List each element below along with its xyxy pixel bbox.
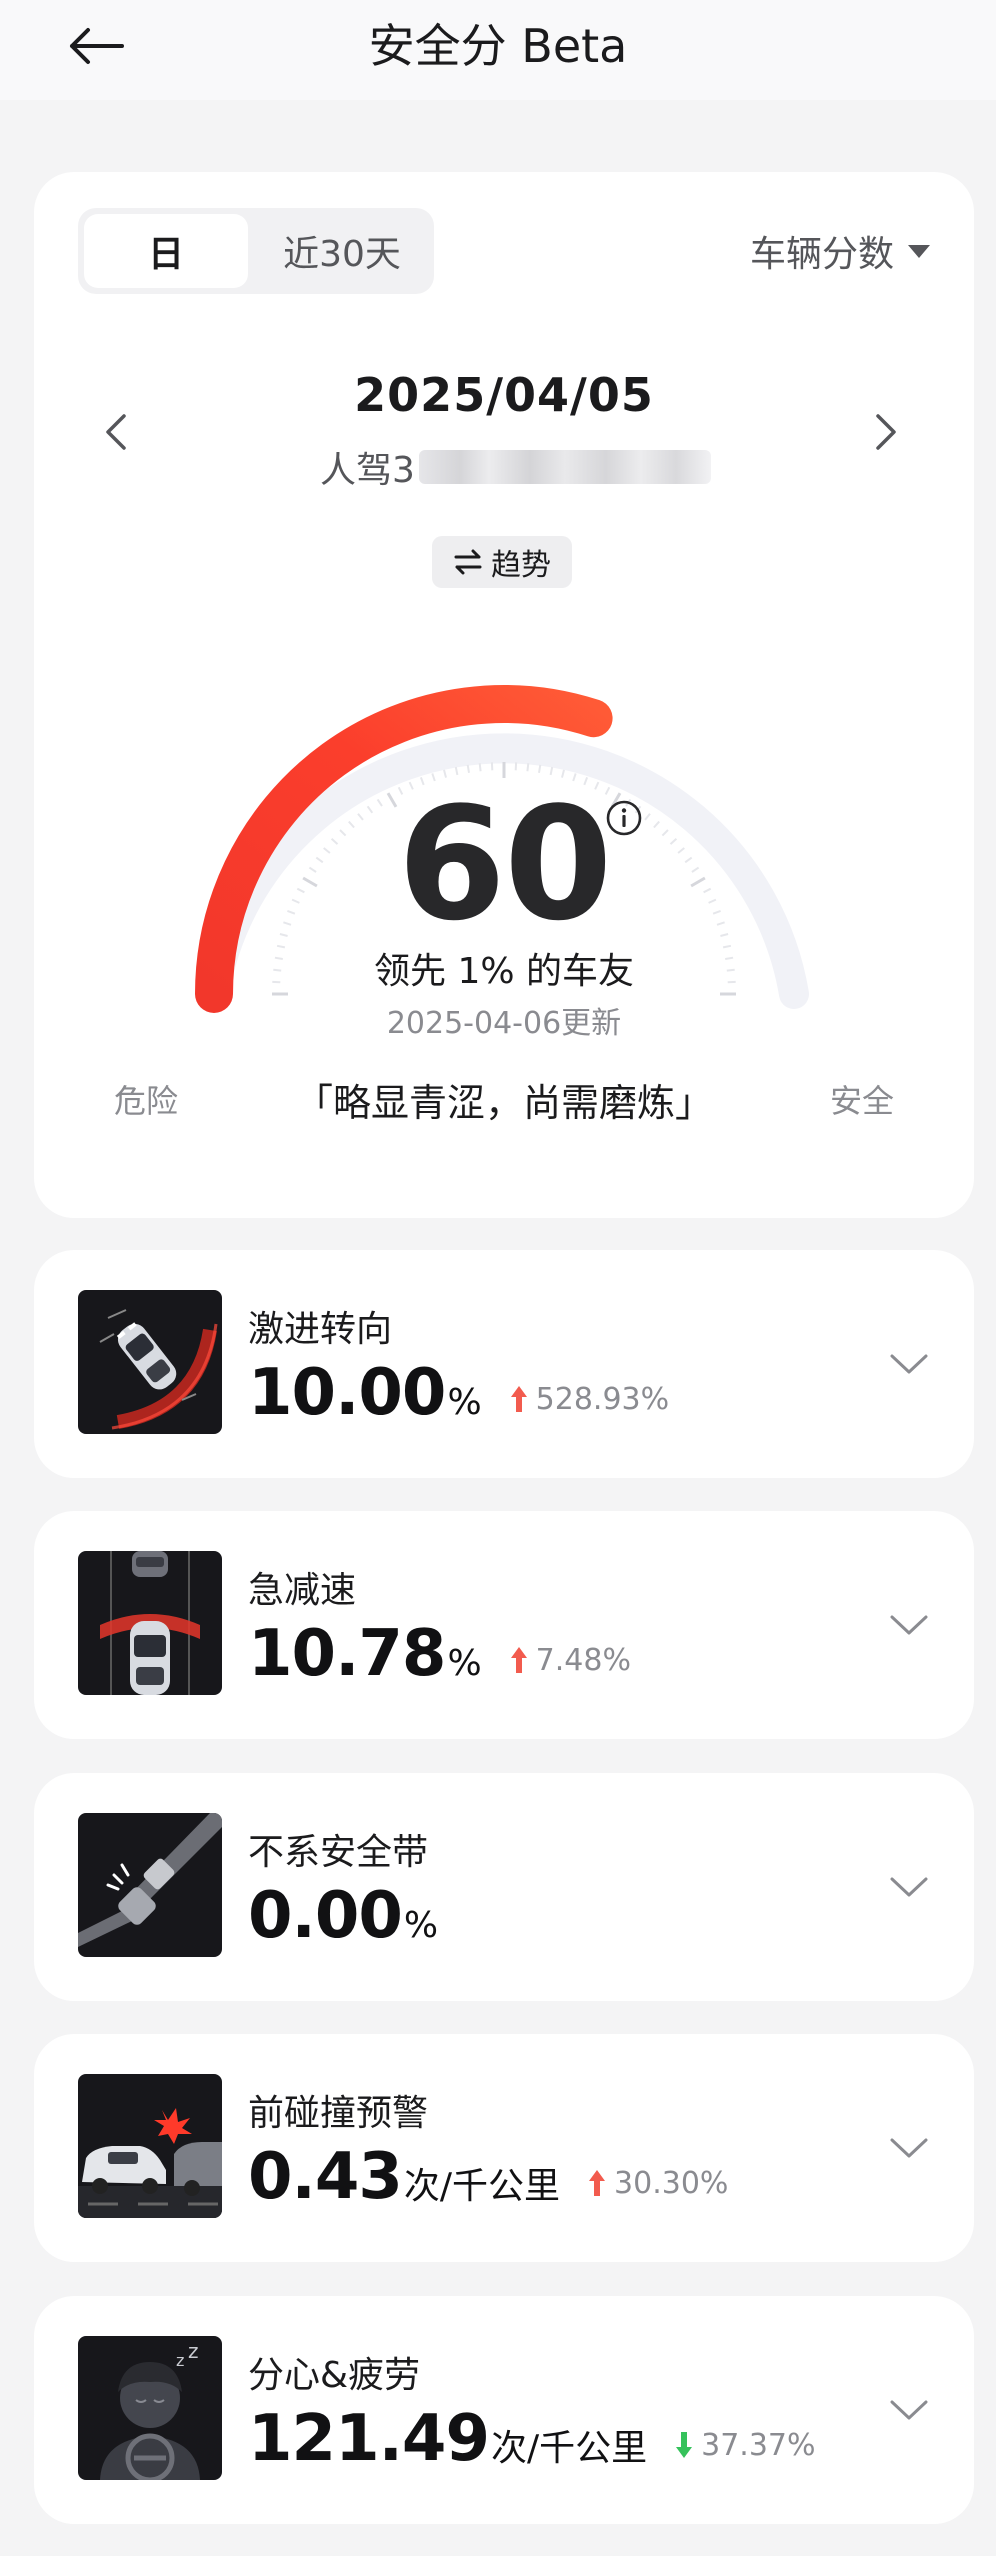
metric-value-row: 0.00 %	[248, 1879, 438, 1955]
metric-card-no-seatbelt[interactable]: 不系安全带 0.00 %	[34, 1773, 974, 2001]
metric-value-row: 10.78 % 7.48%	[248, 1617, 631, 1693]
metric-unit: %	[403, 1905, 439, 1946]
metric-title: 分心&疲劳	[248, 2355, 421, 2396]
metric-change: 528.93%	[510, 1382, 669, 1417]
metric-value: 0.00	[248, 1879, 403, 1953]
expand-button[interactable]	[886, 1605, 932, 1645]
trend-label: 趋势	[491, 548, 551, 583]
gauge-tick	[538, 764, 542, 773]
metric-unit: 次/千公里	[490, 2428, 648, 2469]
swap-arrows-icon	[454, 549, 482, 575]
gauge-tick	[478, 763, 482, 772]
metric-change-value: 7.48%	[535, 1642, 631, 1678]
metric-value: 10.00	[248, 1356, 446, 1430]
gauge-tick	[526, 763, 530, 772]
distraction-fatigue-icon: z z	[78, 2336, 222, 2480]
aggressive-turn-icon	[78, 1290, 222, 1434]
collision-warning-icon	[78, 2074, 222, 2218]
metric-card-aggressive-turn[interactable]: 激进转向 10.00 % 528.93%	[34, 1250, 974, 1478]
expand-button[interactable]	[886, 1344, 932, 1384]
metric-change-value: 528.93%	[535, 1381, 670, 1417]
metric-title: 不系安全带	[248, 1832, 429, 1873]
vehicle-score-label: 车辆分数	[749, 234, 894, 275]
expand-button[interactable]	[886, 1867, 932, 1907]
chevron-right-icon	[876, 414, 896, 450]
metric-title: 激进转向	[248, 1309, 393, 1350]
trend-up-icon	[510, 1647, 527, 1673]
scale-high-label: 安全	[829, 1082, 894, 1120]
chevron-down-icon	[890, 1877, 928, 1897]
expand-button[interactable]	[886, 2128, 932, 2168]
page-title: 安全分 Beta	[368, 19, 628, 73]
metric-card-collision-warning[interactable]: 前碰撞预警 0.43 次/千公里 30.30%	[34, 2034, 974, 2262]
metric-value-row: 0.43 次/千公里 30.30%	[248, 2140, 728, 2216]
metric-change: 30.30%	[588, 2166, 728, 2201]
metric-value-row: 10.00 % 528.93%	[248, 1356, 669, 1432]
chevron-down-icon	[890, 1354, 928, 1374]
safety-score: 60	[397, 773, 612, 955]
expand-button[interactable]	[886, 2390, 932, 2430]
metric-unit: %	[447, 1382, 482, 1423]
score-card: 日 近30天 车辆分数 2025/04/05 人驾3 趋势 60 领先 1% 的…	[34, 172, 974, 1218]
metric-card-distraction-fatigue[interactable]: z z 分心&疲劳 121.49 次/千公里 37.37%	[34, 2296, 974, 2524]
metric-change-value: 30.30%	[614, 2165, 729, 2201]
metric-unit: 次/千公里	[403, 2166, 561, 2207]
trend-up-icon	[589, 2170, 606, 2196]
metric-value-row: 121.49 次/千公里 37.37%	[248, 2402, 816, 2478]
score-info-button[interactable]	[605, 799, 643, 837]
chevron-down-icon	[890, 2400, 928, 2420]
driver-label: 人驾3	[320, 450, 415, 491]
hard-braking-icon	[78, 1551, 222, 1695]
trend-down-icon	[676, 2432, 693, 2458]
gauge-tick	[466, 764, 470, 773]
chevron-down-icon	[890, 2138, 928, 2158]
next-date-button[interactable]	[858, 394, 914, 470]
date-label: 2025/04/05	[354, 368, 654, 422]
seatbelt-icon	[78, 1813, 222, 1957]
metric-change-value: 37.37%	[701, 2427, 816, 2463]
trend-up-icon	[510, 1386, 527, 1412]
metric-title: 前碰撞预警	[248, 2093, 429, 2134]
vehicle-score-dropdown[interactable]: 车辆分数	[750, 218, 930, 284]
ranking-text: 领先 1% 的车友	[374, 951, 634, 992]
metric-title: 急减速	[248, 1570, 357, 1611]
metric-change: 37.37%	[675, 2427, 816, 2463]
redacted-block	[418, 450, 711, 484]
metric-change: 7.48%	[510, 1643, 631, 1678]
driver-info: 人驾3	[320, 442, 711, 492]
metric-unit: %	[447, 1643, 482, 1684]
metric-value: 121.49	[248, 2402, 490, 2476]
tab-day[interactable]: 日	[84, 214, 248, 288]
info-icon	[606, 800, 642, 836]
caret-down-icon	[908, 244, 930, 258]
period-tabs: 日 近30天	[78, 208, 434, 294]
chevron-down-icon	[890, 1615, 928, 1635]
metric-value: 10.78	[248, 1617, 446, 1691]
update-time: 2025-04-06更新	[386, 1006, 622, 1041]
svg-text:z: z	[188, 2339, 199, 2363]
app-header: 安全分 Beta	[0, 0, 996, 100]
metric-value: 0.43	[248, 2140, 403, 2214]
metric-card-hard-braking[interactable]: 急减速 10.78 % 7.48%	[34, 1511, 974, 1739]
svg-text:z: z	[176, 2351, 184, 2370]
tab-last-30-days[interactable]: 近30天	[256, 214, 428, 288]
trend-button[interactable]: 趋势	[432, 536, 572, 588]
